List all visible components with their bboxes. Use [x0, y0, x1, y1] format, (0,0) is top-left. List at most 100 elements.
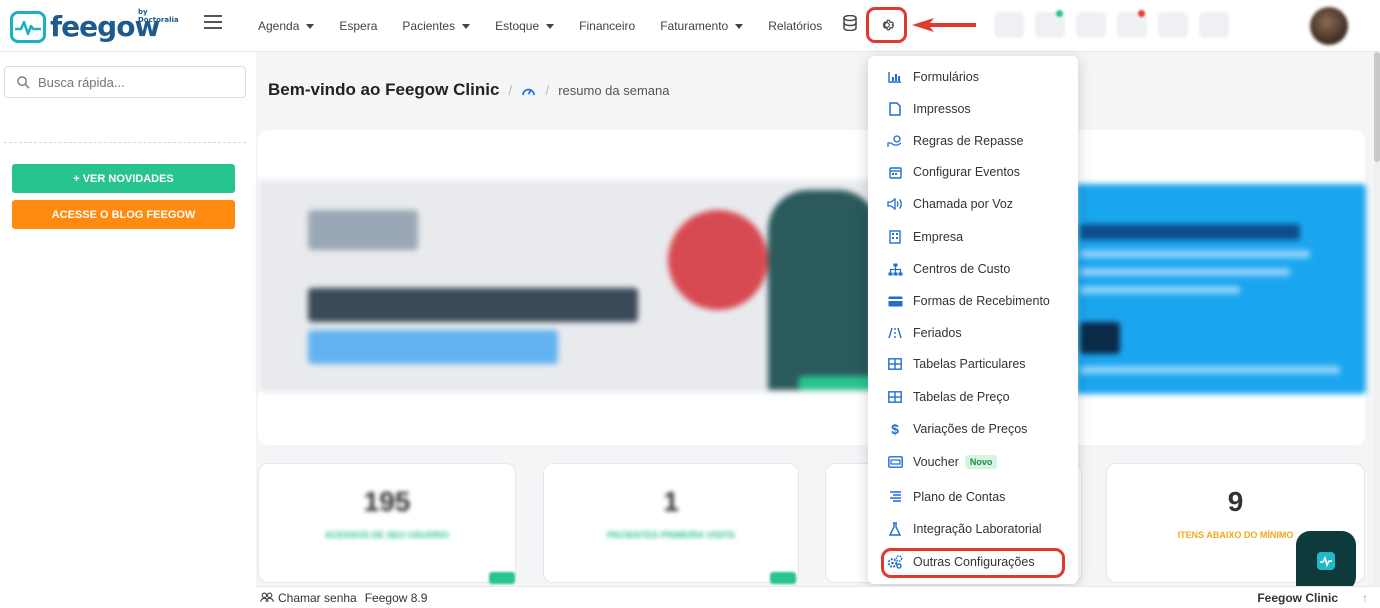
gears-icon — [886, 554, 904, 570]
logo-text: feegow by Doctoralia — [50, 8, 179, 43]
menu-item-plano-de-contas[interactable]: Plano de Contas — [868, 483, 1078, 511]
quick-search[interactable] — [4, 66, 246, 98]
ver-novidades-button[interactable]: + VER NOVIDADES — [12, 164, 235, 193]
road-icon — [886, 325, 904, 341]
feegow-logo[interactable]: feegow by Doctoralia — [10, 8, 179, 43]
nav-item-faturamento[interactable]: Faturamento — [660, 19, 744, 33]
dollar-icon: $ — [891, 421, 899, 437]
promo-banner-secondary[interactable] — [1076, 184, 1366, 394]
nav-label: Espera — [339, 19, 378, 33]
nav-item-espera[interactable]: Espera — [339, 19, 377, 33]
nav-item-financeiro[interactable]: Financeiro — [579, 19, 635, 33]
nav-label: Faturamento — [660, 19, 729, 33]
user-avatar[interactable] — [1310, 7, 1348, 45]
annotation-arrow-icon — [912, 18, 976, 35]
nav-item-pacientes[interactable]: Pacientes — [402, 19, 471, 33]
menu-item-chamada-por-voz[interactable]: Chamada por Voz — [868, 190, 1078, 218]
gear-icon — [882, 19, 894, 31]
promo-banner[interactable] — [258, 180, 872, 392]
menu-item-variacoes-de-precos[interactable]: $ Variações de Preços — [868, 415, 1078, 443]
menu-item-voucher[interactable]: Voucher Novo — [868, 448, 1078, 476]
menu-item-label: Outras Configurações — [913, 555, 1035, 569]
building-icon — [886, 229, 904, 245]
menu-item-label: Plano de Contas — [913, 490, 1006, 504]
nav-label: Estoque — [495, 19, 540, 33]
chevron-down-icon — [462, 23, 471, 29]
nav-item-agenda[interactable]: Agenda — [258, 19, 315, 33]
menu-item-label: Empresa — [913, 230, 964, 244]
menu-item-label: Feriados — [913, 326, 962, 340]
nav-label: Relatórios — [768, 19, 823, 33]
nav-label: Financeiro — [579, 19, 636, 33]
menu-item-label: Formulários — [913, 70, 979, 84]
scrollbar[interactable] — [1374, 52, 1380, 586]
page-title: Bem-vindo ao Feegow Clinic — [268, 80, 500, 99]
menu-icon[interactable] — [204, 15, 222, 29]
menu-item-label: Voucher — [913, 455, 959, 469]
scroll-top-icon[interactable]: ↑ — [1362, 591, 1368, 605]
chart-icon — [886, 69, 904, 85]
speaker-icon — [886, 196, 904, 212]
flask-icon — [886, 521, 904, 537]
chat-fab-button[interactable] — [1296, 531, 1356, 591]
menu-item-label: Variações de Preços — [913, 422, 1028, 436]
document-icon — [886, 101, 904, 117]
nav-item-estoque[interactable]: Estoque — [495, 19, 555, 33]
menu-item-label: Formas de Recebimento — [913, 294, 1050, 308]
hierarchy-icon — [886, 261, 904, 277]
wand-icon[interactable] — [994, 12, 1024, 38]
toolbar-icons — [994, 10, 1240, 38]
stat-card-1: 195 ACESSOS DE SEU USUÁRIO — [258, 463, 516, 584]
nav-item-relat-rios[interactable]: Relatórios — [768, 19, 822, 33]
chat-icon[interactable] — [1035, 10, 1065, 38]
divider — [4, 142, 246, 143]
stat-label: PACIENTES PRIMEIRA VISITA — [607, 530, 735, 540]
settings-dropdown: Formulários Impressos Regras de Repasse Con… — [868, 56, 1078, 584]
menu-item-label: Configurar Eventos — [913, 165, 1021, 179]
breadcrumb-separator: / — [545, 82, 550, 98]
menu-item-tabelas-particulares[interactable]: Tabelas Particulares — [868, 350, 1078, 378]
nav-label: Pacientes — [402, 19, 456, 33]
menu-item-configurar-eventos[interactable]: Configurar Eventos — [868, 158, 1078, 186]
chamar-label: Chamar senha — [278, 590, 357, 605]
logo-by: by Doctoralia — [138, 8, 179, 24]
hand-coin-icon — [886, 133, 904, 149]
translate-icon[interactable] — [1158, 12, 1188, 38]
main-nav: Agenda Espera Pacientes Estoque Financeiro Fa… — [258, 0, 847, 52]
top-bar: feegow by Doctoralia Agenda Espera Paciente… — [0, 0, 1380, 52]
search-input[interactable] — [38, 74, 228, 90]
card-icon — [886, 293, 904, 309]
list-icon — [886, 489, 904, 505]
menu-item-label: Tabelas de Preço — [913, 390, 1010, 404]
chevron-down-icon — [546, 23, 555, 29]
settings-button[interactable] — [866, 7, 907, 43]
stat-value: 1 — [663, 486, 679, 517]
blog-button[interactable]: ACESSE O BLOG FEEGOW — [12, 200, 235, 229]
dashboard-icon — [522, 88, 536, 95]
menu-item-outras-configuracoes[interactable]: Outras Configurações — [868, 548, 1078, 576]
users-icon — [260, 592, 274, 602]
new-badge: Novo — [964, 455, 998, 469]
bell-icon[interactable] — [1117, 10, 1147, 38]
menu-item-label: Tabelas Particulares — [913, 357, 1026, 371]
menu-item-impressos[interactable]: Impressos — [868, 95, 1078, 123]
chat-bot-icon — [1317, 552, 1335, 570]
clinic-label: Feegow Clinic — [1257, 590, 1338, 605]
menu-item-feriados[interactable]: Feriados — [868, 319, 1078, 347]
menu-item-label: Centros de Custo — [913, 262, 1011, 276]
menu-item-regras-de-repasse[interactable]: Regras de Repasse — [868, 127, 1078, 155]
lock-icon[interactable] — [1199, 12, 1229, 38]
grid-icon[interactable] — [1076, 12, 1106, 38]
menu-item-formularios[interactable]: Formulários — [868, 63, 1078, 91]
database-icon[interactable] — [843, 14, 857, 34]
breadcrumb-separator: / — [508, 82, 513, 98]
chamar-senha-button[interactable]: Chamar senha — [260, 591, 357, 605]
menu-item-integracao-laboratorial[interactable]: Integração Laboratorial — [868, 515, 1078, 543]
search-icon — [17, 75, 30, 89]
breadcrumb: Bem-vindo ao Feegow Clinic / / resumo da… — [268, 80, 669, 100]
menu-item-tabelas-de-preco[interactable]: Tabelas de Preço — [868, 383, 1078, 411]
menu-item-empresa[interactable]: Empresa — [868, 223, 1078, 251]
menu-item-centros-de-custo[interactable]: Centros de Custo — [868, 255, 1078, 283]
menu-item-formas-de-recebimento[interactable]: Formas de Recebimento — [868, 287, 1078, 315]
version-label: Feegow 8.9 — [364, 590, 428, 605]
